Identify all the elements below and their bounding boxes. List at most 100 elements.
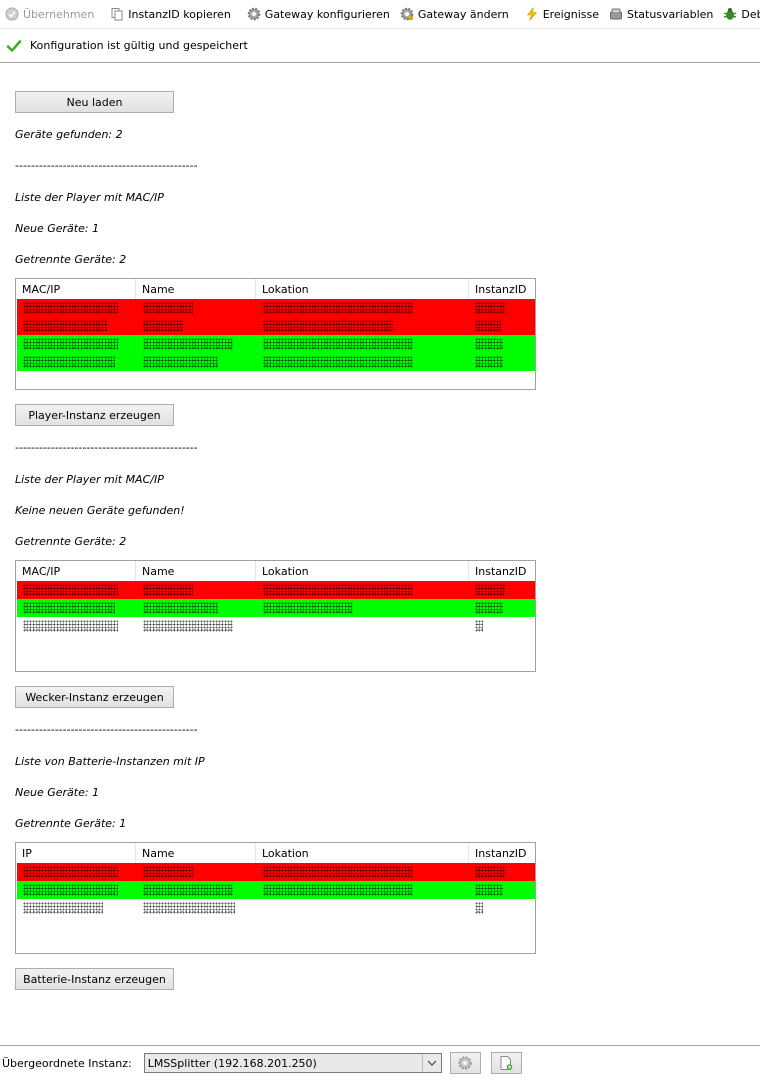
column-header[interactable]: IP bbox=[16, 843, 136, 863]
redacted-cell bbox=[469, 335, 535, 353]
redacted-cell bbox=[257, 317, 469, 335]
column-header[interactable]: Lokation bbox=[256, 843, 469, 863]
column-header[interactable]: InstanzID bbox=[469, 561, 535, 581]
column-header[interactable]: Lokation bbox=[256, 279, 469, 299]
gear-edit-icon bbox=[400, 7, 414, 21]
column-header[interactable]: Name bbox=[136, 279, 256, 299]
chevron-down-icon[interactable] bbox=[421, 1054, 441, 1072]
alarm-new-devices-text: Keine neuen Geräte gefunden! bbox=[15, 504, 185, 517]
alarm-device-list: MAC/IP Name Lokation InstanzID bbox=[15, 560, 536, 672]
redacted-cell bbox=[257, 581, 469, 599]
gear-icon bbox=[247, 7, 261, 21]
list-header: MAC/IP Name Lokation InstanzID bbox=[16, 279, 535, 299]
redacted-cell bbox=[257, 353, 469, 371]
new-parent-instance-button[interactable] bbox=[490, 1052, 522, 1074]
lightning-icon bbox=[525, 7, 539, 21]
column-header[interactable]: Name bbox=[136, 561, 256, 581]
redacted-cell bbox=[137, 599, 257, 617]
redacted-cell bbox=[257, 881, 469, 899]
separator-line: ----------------------------------------… bbox=[15, 441, 198, 454]
redacted-cell bbox=[17, 617, 137, 635]
database-icon bbox=[609, 7, 623, 21]
list-row[interactable] bbox=[17, 863, 535, 881]
redacted-cell bbox=[469, 317, 535, 335]
status-bar: Konfiguration ist gültig und gespeichert bbox=[0, 29, 760, 63]
apply-label: Übernehmen bbox=[23, 7, 95, 21]
list-header: IP Name Lokation InstanzID bbox=[16, 843, 535, 863]
redacted-cell bbox=[17, 881, 137, 899]
alarm-list-title: Liste der Player mit MAC/IP bbox=[15, 473, 164, 486]
debug-label: Debug bbox=[741, 7, 760, 21]
redacted-cell bbox=[137, 899, 257, 917]
redacted-cell bbox=[469, 581, 535, 599]
column-header[interactable]: MAC/IP bbox=[16, 561, 136, 581]
redacted-cell bbox=[469, 617, 535, 635]
redacted-cell bbox=[137, 353, 257, 371]
redacted-cell bbox=[137, 863, 257, 881]
new-document-icon bbox=[500, 1056, 513, 1070]
list-row[interactable] bbox=[17, 881, 535, 899]
checkmark-icon bbox=[6, 39, 22, 52]
player-new-devices-text: Neue Geräte: 1 bbox=[15, 222, 100, 235]
column-header[interactable]: Name bbox=[136, 843, 256, 863]
column-header[interactable]: InstanzID bbox=[469, 279, 535, 299]
configure-gateway-button[interactable]: Gateway konfigurieren bbox=[242, 3, 395, 25]
battery-disconnected-text: Getrennte Geräte: 1 bbox=[15, 817, 127, 830]
create-alarm-instance-button[interactable]: Wecker-Instanz erzeugen bbox=[15, 686, 174, 708]
player-device-list: MAC/IP Name Lokation InstanzID bbox=[15, 278, 536, 390]
column-header[interactable]: MAC/IP bbox=[16, 279, 136, 299]
apply-button[interactable]: Übernehmen bbox=[0, 3, 99, 25]
check-circle-icon bbox=[5, 7, 19, 21]
list-row[interactable] bbox=[17, 299, 535, 317]
redacted-cell bbox=[137, 581, 257, 599]
gear-icon bbox=[458, 1056, 472, 1070]
separator-line: ----------------------------------------… bbox=[15, 723, 198, 736]
bug-icon bbox=[723, 7, 737, 21]
redacted-cell bbox=[469, 899, 535, 917]
redacted-cell bbox=[469, 863, 535, 881]
player-disconnected-text: Getrennte Geräte: 2 bbox=[15, 253, 127, 266]
redacted-cell bbox=[17, 299, 137, 317]
redacted-cell bbox=[17, 581, 137, 599]
empty-cell bbox=[257, 617, 469, 635]
column-header[interactable]: Lokation bbox=[256, 561, 469, 581]
reload-button[interactable]: Neu laden bbox=[15, 91, 174, 113]
list-row[interactable] bbox=[17, 317, 535, 335]
list-row[interactable] bbox=[17, 581, 535, 599]
empty-cell bbox=[257, 899, 469, 917]
redacted-cell bbox=[137, 299, 257, 317]
debug-button[interactable]: Debug bbox=[718, 3, 760, 25]
redacted-cell bbox=[17, 317, 137, 335]
list-row[interactable] bbox=[17, 599, 535, 617]
column-header[interactable]: InstanzID bbox=[469, 843, 535, 863]
alarm-disconnected-text: Getrennte Geräte: 2 bbox=[15, 535, 127, 548]
redacted-cell bbox=[17, 599, 137, 617]
list-row[interactable] bbox=[17, 899, 535, 917]
redacted-cell bbox=[137, 617, 257, 635]
events-label: Ereignisse bbox=[542, 7, 599, 21]
change-gateway-label: Gateway ändern bbox=[417, 7, 509, 21]
events-button[interactable]: Ereignisse bbox=[520, 3, 604, 25]
create-player-instance-button[interactable]: Player-Instanz erzeugen bbox=[15, 404, 174, 426]
redacted-cell bbox=[469, 881, 535, 899]
list-row[interactable] bbox=[17, 617, 535, 635]
redacted-cell bbox=[257, 335, 469, 353]
devices-found-text: Geräte gefunden: 2 bbox=[15, 128, 123, 141]
list-header: MAC/IP Name Lokation InstanzID bbox=[16, 561, 535, 581]
status-variables-button[interactable]: Statusvariablen bbox=[604, 3, 718, 25]
parent-instance-value: LMSSplitter (192.168.201.250) bbox=[147, 1056, 317, 1070]
redacted-cell bbox=[469, 599, 535, 617]
copy-label: InstanzID kopieren bbox=[128, 7, 231, 21]
redacted-cell bbox=[469, 299, 535, 317]
list-row[interactable] bbox=[17, 335, 535, 353]
parent-instance-label: Übergeordnete Instanz: bbox=[2, 1056, 132, 1070]
parent-configure-button[interactable] bbox=[449, 1052, 481, 1074]
separator-line: ----------------------------------------… bbox=[15, 159, 198, 172]
create-battery-instance-button[interactable]: Batterie-Instanz erzeugen bbox=[15, 968, 174, 990]
copy-instance-id-button[interactable]: InstanzID kopieren bbox=[105, 3, 236, 25]
parent-instance-select[interactable]: LMSSplitter (192.168.201.250) bbox=[143, 1053, 442, 1073]
redacted-cell bbox=[17, 353, 137, 371]
redacted-cell bbox=[17, 863, 137, 881]
change-gateway-button[interactable]: Gateway ändern bbox=[395, 3, 514, 25]
list-row[interactable] bbox=[17, 353, 535, 371]
